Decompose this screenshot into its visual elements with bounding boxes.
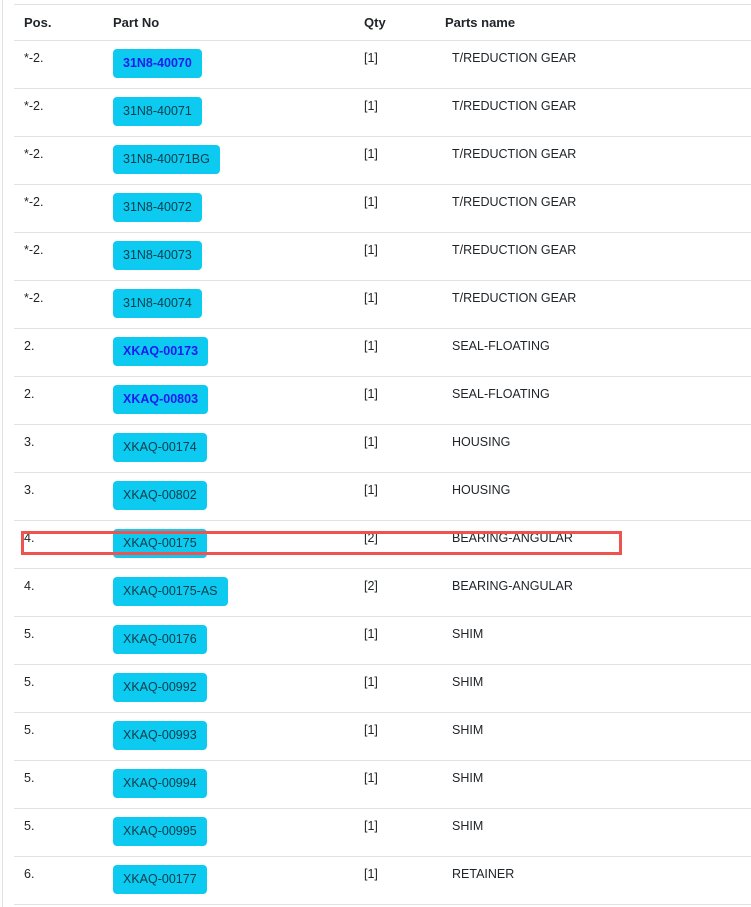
row-parts-name: BEARING-ANGULAR: [452, 531, 573, 545]
table-row: 6. XKAQ-00177 [1] RETAINER: [14, 857, 751, 905]
row-pos: *-2.: [24, 147, 44, 161]
row-parts-name: RETAINER: [452, 867, 515, 881]
part-number-button[interactable]: XKAQ-00993: [113, 721, 207, 750]
row-qty: [1]: [364, 291, 378, 305]
row-qty: [1]: [364, 195, 378, 209]
row-pos: 2.: [24, 339, 35, 353]
table-row: 4. XKAQ-00175-AS [2] BEARING-ANGULAR: [14, 569, 751, 617]
part-number-button[interactable]: XKAQ-00995: [113, 817, 207, 846]
table-row: 5. XKAQ-00992 [1] SHIM: [14, 665, 751, 713]
row-parts-name: SEAL-FLOATING: [452, 339, 550, 353]
row-parts-name: T/REDUCTION GEAR: [452, 147, 577, 161]
part-number-button[interactable]: 31N8-40071BG: [113, 145, 220, 174]
row-parts-name: T/REDUCTION GEAR: [452, 195, 577, 209]
row-qty: [1]: [364, 675, 378, 689]
row-pos: 2.: [24, 387, 35, 401]
row-parts-name: HOUSING: [452, 483, 511, 497]
header-pos: Pos.: [24, 15, 52, 30]
header-part-no: Part No: [113, 15, 160, 30]
row-qty: [1]: [364, 627, 378, 641]
row-qty: [1]: [364, 435, 378, 449]
part-number-button[interactable]: XKAQ-00175-AS: [113, 577, 228, 606]
row-parts-name: BEARING-ANGULAR: [452, 579, 573, 593]
row-parts-name: T/REDUCTION GEAR: [452, 291, 577, 305]
row-pos: *-2.: [24, 195, 44, 209]
header-qty: Qty: [364, 15, 386, 30]
table-row: *-2. 31N8-40072 [1] T/REDUCTION GEAR: [14, 185, 751, 233]
row-parts-name: SHIM: [452, 723, 484, 737]
table-row: *-2. 31N8-40070 [1] T/REDUCTION GEAR: [14, 41, 751, 89]
table-row: 3. XKAQ-00174 [1] HOUSING: [14, 425, 751, 473]
row-pos: 3.: [24, 435, 35, 449]
table-row: 5. XKAQ-00993 [1] SHIM: [14, 713, 751, 761]
part-number-button[interactable]: XKAQ-00173: [113, 337, 209, 366]
row-pos: 6.: [24, 867, 35, 881]
row-parts-name: T/REDUCTION GEAR: [452, 243, 577, 257]
table-row: 2. XKAQ-00803 [1] SEAL-FLOATING: [14, 377, 751, 425]
table-row: 5. XKAQ-00995 [1] SHIM: [14, 809, 751, 857]
row-pos: *-2.: [24, 51, 44, 65]
table-row: 5. XKAQ-00994 [1] SHIM: [14, 761, 751, 809]
row-qty: [1]: [364, 723, 378, 737]
row-parts-name: SEAL-FLOATING: [452, 387, 550, 401]
row-parts-name: T/REDUCTION GEAR: [452, 51, 577, 65]
part-number-button[interactable]: 31N8-40072: [113, 193, 202, 222]
row-pos: 5.: [24, 723, 35, 737]
row-pos: 5.: [24, 819, 35, 833]
row-qty: [1]: [364, 339, 378, 353]
row-pos: *-2.: [24, 243, 44, 257]
row-qty: [1]: [364, 51, 378, 65]
table-row: *-2. 31N8-40071 [1] T/REDUCTION GEAR: [14, 89, 751, 137]
row-qty: [2]: [364, 531, 378, 545]
part-number-button[interactable]: 31N8-40070: [113, 49, 202, 78]
row-qty: [1]: [364, 483, 378, 497]
row-pos: *-2.: [24, 99, 44, 113]
part-number-button[interactable]: XKAQ-00176: [113, 625, 207, 654]
left-border: [2, 0, 3, 907]
row-qty: [1]: [364, 387, 378, 401]
row-parts-name: HOUSING: [452, 435, 511, 449]
row-pos: 5.: [24, 675, 35, 689]
row-pos: 5.: [24, 771, 35, 785]
table-row: *-2. 31N8-40074 [1] T/REDUCTION GEAR: [14, 281, 751, 329]
row-qty: [1]: [364, 819, 378, 833]
row-pos: *-2.: [24, 291, 44, 305]
part-number-button[interactable]: 31N8-40071: [113, 97, 202, 126]
table-row: 4. XKAQ-00175 [2] BEARING-ANGULAR: [14, 521, 751, 569]
part-number-button[interactable]: XKAQ-00177: [113, 865, 207, 894]
row-parts-name: SHIM: [452, 675, 484, 689]
row-parts-name: SHIM: [452, 771, 484, 785]
table-row: 3. XKAQ-00802 [1] HOUSING: [14, 473, 751, 521]
part-number-button[interactable]: 31N8-40074: [113, 289, 202, 318]
row-parts-name: T/REDUCTION GEAR: [452, 99, 577, 113]
table-row: 5. XKAQ-00176 [1] SHIM: [14, 617, 751, 665]
row-pos: 5.: [24, 627, 35, 641]
part-number-button[interactable]: XKAQ-00803: [113, 385, 209, 414]
row-qty: [1]: [364, 99, 378, 113]
row-qty: [1]: [364, 867, 378, 881]
part-number-button[interactable]: XKAQ-00174: [113, 433, 207, 462]
table-header: Pos. Part No Qty Parts name: [14, 4, 751, 41]
row-qty: [1]: [364, 771, 378, 785]
row-qty: [1]: [364, 243, 378, 257]
row-parts-name: SHIM: [452, 627, 484, 641]
part-number-button[interactable]: XKAQ-00992: [113, 673, 207, 702]
row-pos: 3.: [24, 483, 35, 497]
part-number-button[interactable]: 31N8-40073: [113, 241, 202, 270]
row-qty: [1]: [364, 147, 378, 161]
part-number-button[interactable]: XKAQ-00175: [113, 529, 207, 558]
table-row: 2. XKAQ-00173 [1] SEAL-FLOATING: [14, 329, 751, 377]
row-parts-name: SHIM: [452, 819, 484, 833]
row-pos: 4.: [24, 531, 35, 545]
row-pos: 4.: [24, 579, 35, 593]
part-number-button[interactable]: XKAQ-00802: [113, 481, 207, 510]
table-row: *-2. 31N8-40071BG [1] T/REDUCTION GEAR: [14, 137, 751, 185]
part-number-button[interactable]: XKAQ-00994: [113, 769, 207, 798]
row-qty: [2]: [364, 579, 378, 593]
table-body: *-2. 31N8-40070 [1] T/REDUCTION GEAR *-2. 31N…: [14, 41, 751, 905]
header-parts-name: Parts name: [445, 15, 516, 30]
table-row: *-2. 31N8-40073 [1] T/REDUCTION GEAR: [14, 233, 751, 281]
parts-table: Pos. Part No Qty Parts name *-2. 31N8-400…: [14, 4, 751, 905]
